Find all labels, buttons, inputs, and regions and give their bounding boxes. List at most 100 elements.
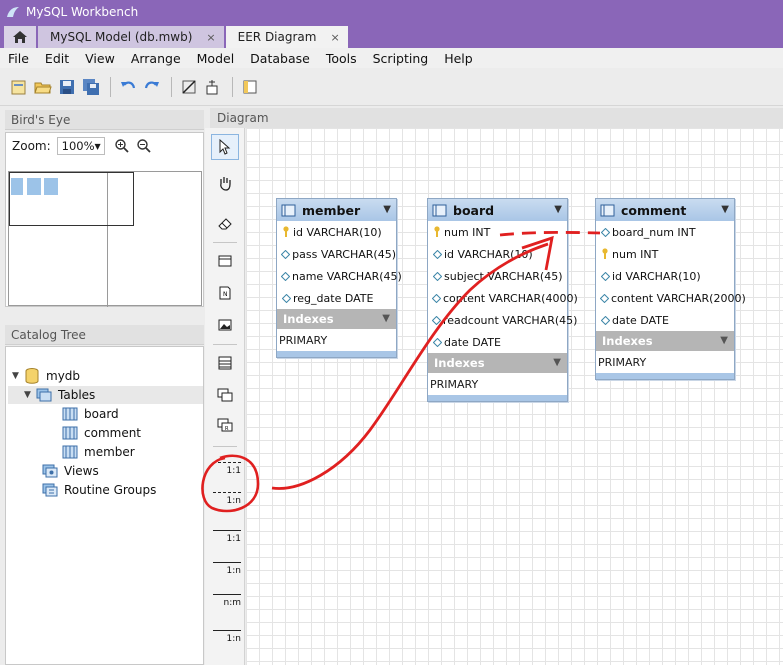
column-row[interactable]: subject VARCHAR(45) <box>428 265 567 287</box>
column-row[interactable]: readcount VARCHAR(45) <box>428 309 577 331</box>
table-member[interactable]: member ▼ id VARCHAR(10) pass VARCHAR(45)… <box>276 198 402 358</box>
routine-group-icon: R <box>217 418 233 432</box>
table-header[interactable]: comment ▼ <box>596 199 734 221</box>
tree-item-schema[interactable]: ▼ mydb <box>12 367 80 385</box>
toggle-sidebar-button[interactable] <box>239 76 261 98</box>
relationship-line <box>213 562 241 563</box>
column-row[interactable]: id VARCHAR(10) <box>596 265 734 287</box>
image-tool-button[interactable] <box>211 312 239 338</box>
layer-tool-button[interactable] <box>211 248 239 274</box>
column-diamond-icon <box>432 270 442 282</box>
birds-eye-minimap[interactable] <box>8 171 202 307</box>
diagram-canvas[interactable]: member ▼ id VARCHAR(10) pass VARCHAR(45)… <box>246 128 783 665</box>
tree-item-table-board[interactable]: board <box>62 405 119 423</box>
column-row[interactable]: date DATE <box>428 331 567 353</box>
menu-view[interactable]: View <box>77 51 123 66</box>
column-row[interactable]: content VARCHAR(4000) <box>428 287 578 309</box>
menu-arrange[interactable]: Arrange <box>123 51 189 66</box>
menu-help[interactable]: Help <box>436 51 481 66</box>
undo-button[interactable] <box>117 76 139 98</box>
tree-item-routine-groups[interactable]: Routine Groups <box>42 481 156 499</box>
menu-scripting[interactable]: Scripting <box>365 51 437 66</box>
tree-item-tables[interactable]: ▼ Tables <box>8 386 203 404</box>
column-text: board_num INT <box>612 225 696 239</box>
tab-model[interactable]: MySQL Model (db.mwb) × <box>38 26 224 48</box>
chevron-down-icon[interactable]: ▼ <box>553 357 561 368</box>
tab-eer-diagram[interactable]: EER Diagram × <box>225 26 348 48</box>
close-icon[interactable]: × <box>330 31 339 44</box>
tree-item-table-comment[interactable]: comment <box>62 424 141 442</box>
column-text: num INT <box>612 247 659 261</box>
column-row[interactable]: num INT <box>428 221 567 243</box>
column-row[interactable]: date DATE <box>596 309 734 331</box>
index-row[interactable]: PRIMARY <box>277 329 396 351</box>
menu-model[interactable]: Model <box>189 51 243 66</box>
save-button[interactable] <box>56 76 78 98</box>
zoom-in-button[interactable] <box>113 137 131 155</box>
relationship-1-1-identifying-button[interactable]: 1:1 <box>211 522 243 548</box>
tree-item-views[interactable]: Views <box>42 462 99 480</box>
column-row[interactable]: id VARCHAR(10) <box>277 221 396 243</box>
diagram-header: Diagram <box>210 108 783 128</box>
view-tool-button[interactable] <box>211 382 239 408</box>
toggle-grid-button[interactable] <box>178 76 200 98</box>
relationship-1-n-identifying-button[interactable]: 1:n <box>211 554 243 580</box>
chevron-down-icon[interactable]: ▼ <box>382 313 390 324</box>
table-comment[interactable]: comment ▼ board_num INT num INT id VARCH… <box>595 198 746 380</box>
chevron-down-icon[interactable]: ▼ <box>383 204 391 215</box>
hand-tool-button[interactable] <box>211 170 239 196</box>
chevron-down-icon[interactable]: ▼ <box>720 335 728 346</box>
table-header[interactable]: board ▼ <box>428 199 567 221</box>
index-row[interactable]: PRIMARY <box>596 351 734 373</box>
column-text: reg_date DATE <box>293 291 374 305</box>
relationship-1-1-nonidentifying-button[interactable]: 1:1 <box>211 454 243 480</box>
expand-arrow-icon[interactable]: ▼ <box>24 390 36 400</box>
catalog-tree-panel: ▼ mydb ▼ Tables board comment member Vie <box>5 346 204 665</box>
indexes-header[interactable]: Indexes ▼ <box>596 331 734 351</box>
chevron-down-icon[interactable]: ▼ <box>721 204 729 215</box>
close-icon[interactable]: × <box>206 31 215 44</box>
table-tool-button[interactable] <box>211 350 239 376</box>
align-button[interactable] <box>202 76 224 98</box>
pointer-tool-button[interactable] <box>211 134 239 160</box>
indexes-label: Indexes <box>602 334 653 348</box>
align-icon <box>206 79 218 94</box>
open-button[interactable] <box>32 76 54 98</box>
indexes-header[interactable]: Indexes ▼ <box>428 353 567 373</box>
relationship-label: 1:1 <box>226 466 241 476</box>
menu-tools[interactable]: Tools <box>318 51 365 66</box>
table-header[interactable]: member ▼ <box>277 199 396 221</box>
menu-edit[interactable]: Edit <box>37 51 77 66</box>
routine-group-tool-button[interactable]: R <box>211 412 239 438</box>
indexes-header[interactable]: Indexes ▼ <box>277 309 396 329</box>
table-board[interactable]: board ▼ num INT id VARCHAR(10) subject V… <box>427 198 578 402</box>
eraser-tool-button[interactable] <box>211 210 239 236</box>
column-row[interactable]: reg_date DATE <box>277 287 396 309</box>
chevron-down-icon[interactable]: ▼ <box>554 204 562 215</box>
tab-home[interactable] <box>4 26 36 48</box>
redo-button[interactable] <box>141 76 163 98</box>
new-document-button[interactable] <box>8 76 30 98</box>
note-tool-button[interactable]: N <box>211 280 239 306</box>
zoom-select[interactable]: 100% ▼ <box>56 137 105 155</box>
column-row[interactable]: num INT <box>596 243 734 265</box>
column-row[interactable]: id VARCHAR(10) <box>428 243 567 265</box>
column-row[interactable]: name VARCHAR(45) <box>277 265 402 287</box>
zoom-out-button[interactable] <box>135 137 153 155</box>
minimap-viewport[interactable] <box>9 172 134 226</box>
table-footer <box>596 373 734 379</box>
menu-file[interactable]: File <box>0 51 37 66</box>
column-row[interactable]: content VARCHAR(2000) <box>596 287 746 309</box>
index-row[interactable]: PRIMARY <box>428 373 567 395</box>
column-row[interactable]: board_num INT <box>596 221 734 243</box>
save-as-button[interactable] <box>80 76 102 98</box>
relationship-1-n-nonidentifying-button[interactable]: 1:n <box>211 484 243 510</box>
relationship-n-m-button[interactable]: n:m <box>211 586 243 612</box>
column-diamond-icon <box>281 270 290 282</box>
relationship-existing-columns-button[interactable]: 1:n <box>211 622 243 648</box>
column-row[interactable]: pass VARCHAR(45) <box>277 243 396 265</box>
chevron-down-icon: ▼ <box>94 141 101 151</box>
menu-database[interactable]: Database <box>242 51 318 66</box>
expand-arrow-icon[interactable]: ▼ <box>12 371 24 381</box>
tree-item-table-member[interactable]: member <box>62 443 135 461</box>
